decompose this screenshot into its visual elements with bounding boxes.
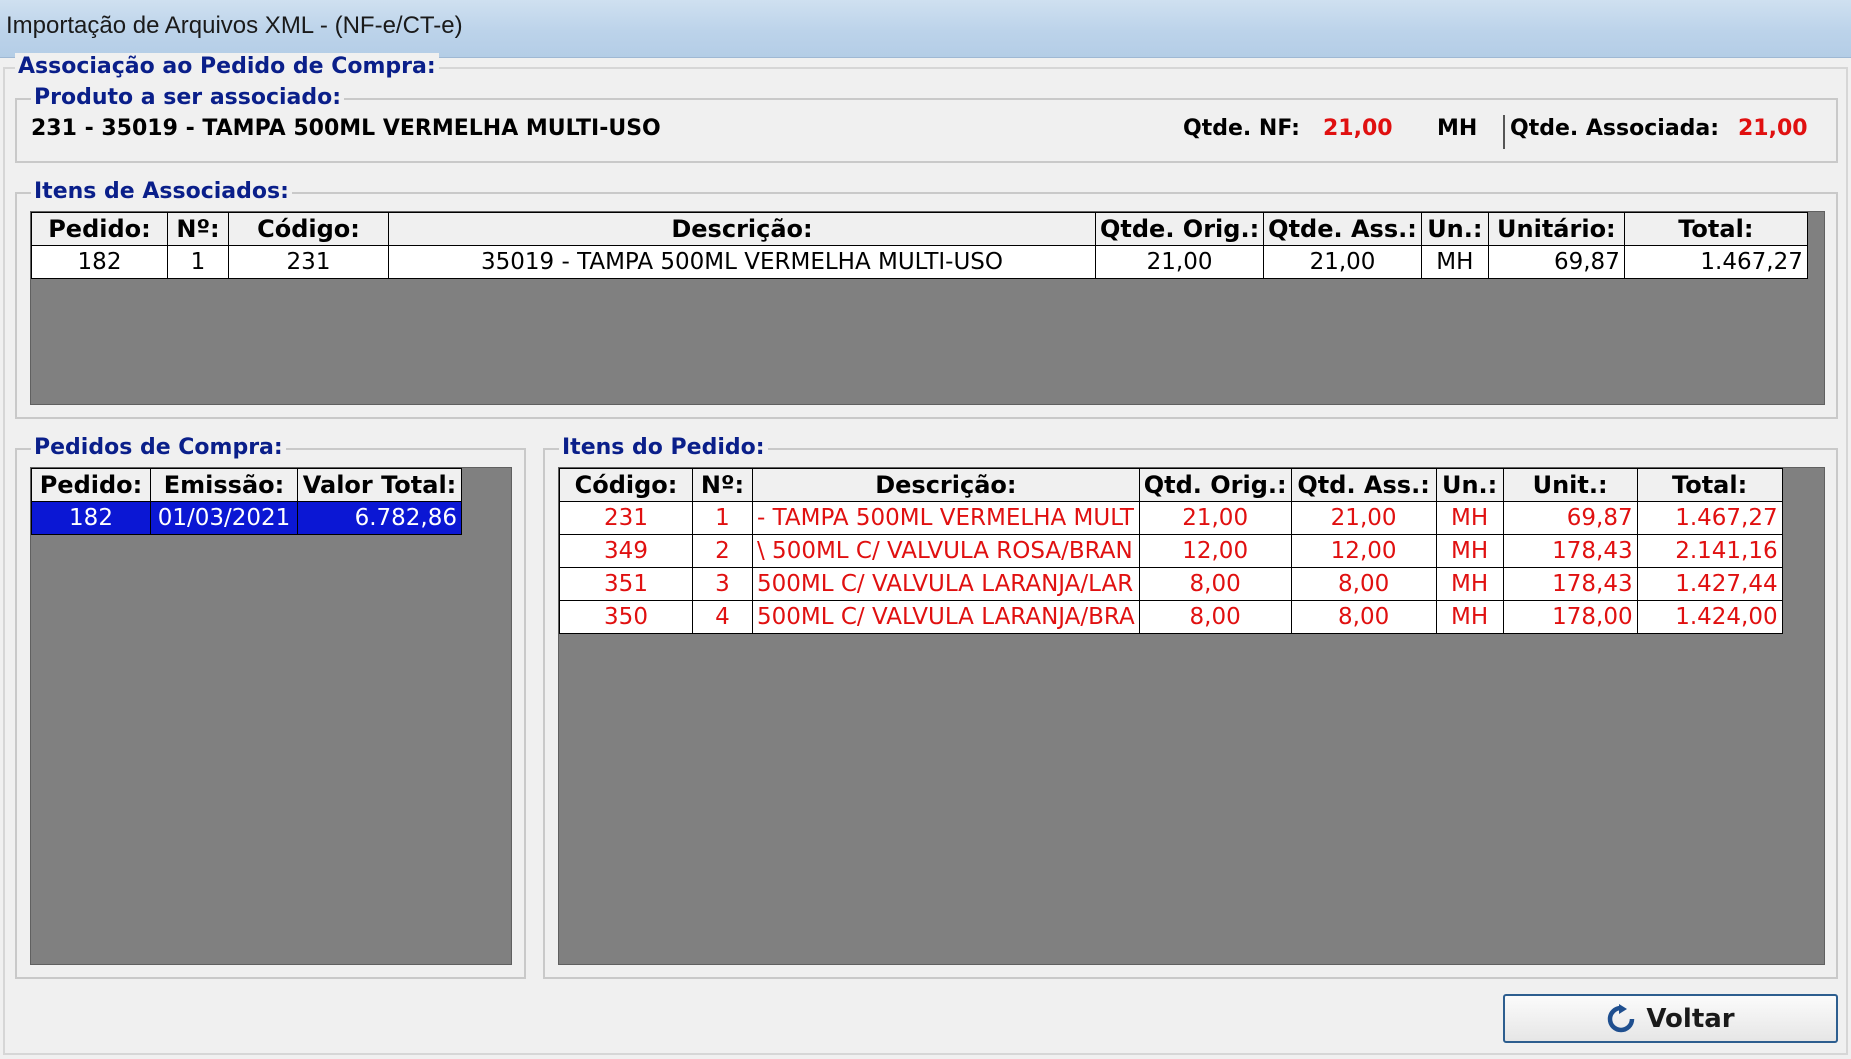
cell-total: 1.467,27 xyxy=(1623,245,1808,279)
voltar-button[interactable]: Voltar xyxy=(1503,994,1838,1043)
pedidos-compra-header-row: Pedido: Emissão: Valor Total: xyxy=(31,468,462,502)
cell-qtd-ass: 8,00 xyxy=(1290,600,1437,634)
col-un[interactable]: Un.: xyxy=(1435,468,1504,502)
col-pedido[interactable]: Pedido: xyxy=(31,212,168,246)
cell-qtd-orig: 8,00 xyxy=(1138,567,1292,601)
itens-associados-grid[interactable]: Pedido: Nº: Código: Descrição: Qtde. Ori… xyxy=(30,211,1825,405)
table-row[interactable]: 231 1 - TAMPA 500ML VERMELHA MULT 21,00 … xyxy=(559,501,1783,535)
itens-associados-table: Pedido: Nº: Código: Descrição: Qtde. Ori… xyxy=(31,212,1808,279)
col-total[interactable]: Total: xyxy=(1636,468,1783,502)
associacao-legend: Associação ao Pedido de Compra: xyxy=(15,53,439,81)
col-qtd-orig[interactable]: Qtd. Orig.: xyxy=(1138,468,1292,502)
produto-descricao: 231 - 35019 - TAMPA 500ML VERMELHA MULTI… xyxy=(31,116,661,141)
cell-codigo: 350 xyxy=(559,600,693,634)
itens-associados-legend: Itens de Associados: xyxy=(31,178,292,206)
cell-qtd-orig: 8,00 xyxy=(1138,600,1292,634)
col-unitario[interactable]: Unitário: xyxy=(1487,212,1625,246)
cell-pedido: 182 xyxy=(31,501,151,535)
cell-descricao: \ 500ML C/ VALVULA ROSA/BRAN xyxy=(752,534,1140,568)
cell-qtd-ass: 21,00 xyxy=(1290,501,1437,535)
table-row-selected[interactable]: 182 01/03/2021 6.782,86 xyxy=(31,501,462,535)
itens-associados-header-row: Pedido: Nº: Código: Descrição: Qtde. Ori… xyxy=(31,212,1808,246)
voltar-label: Voltar xyxy=(1646,1003,1735,1034)
cell-descricao: 500ML C/ VALVULA LARANJA/BRA xyxy=(752,600,1140,634)
cell-qtd-orig: 21,00 xyxy=(1138,501,1292,535)
window-title: Importação de Arquivos XML - (NF-e/CT-e) xyxy=(6,12,463,39)
refresh-back-icon xyxy=(1606,1003,1636,1034)
unidade-label: MH xyxy=(1437,116,1478,141)
qtde-associada-value: 21,00 xyxy=(1738,116,1808,141)
cell-descricao: 35019 - TAMPA 500ML VERMELHA MULTI-USO xyxy=(388,245,1096,279)
cell-un: MH xyxy=(1435,600,1504,634)
cell-qtd-orig: 12,00 xyxy=(1138,534,1292,568)
window-title-bar: Importação de Arquivos XML - (NF-e/CT-e) xyxy=(0,0,1851,58)
col-numero[interactable]: Nº: xyxy=(692,468,753,502)
table-row[interactable]: 349 2 \ 500ML C/ VALVULA ROSA/BRAN 12,00… xyxy=(559,534,1783,568)
itens-pedido-table: Código: Nº: Descrição: Qtd. Orig.: Qtd. … xyxy=(559,468,1783,634)
cell-un: MH xyxy=(1420,245,1489,279)
cell-pedido: 182 xyxy=(31,245,168,279)
cell-qtde-ass: 21,00 xyxy=(1263,245,1422,279)
cell-total: 1.427,44 xyxy=(1636,567,1783,601)
cell-codigo: 231 xyxy=(559,501,693,535)
table-row[interactable]: 182 1 231 35019 - TAMPA 500ML VERMELHA M… xyxy=(31,245,1808,279)
col-codigo[interactable]: Código: xyxy=(559,468,693,502)
cell-numero: 4 xyxy=(692,600,753,634)
qtde-associada-label: Qtde. Associada: xyxy=(1510,116,1720,141)
col-valor-total[interactable]: Valor Total: xyxy=(297,468,462,502)
cell-unit: 69,87 xyxy=(1502,501,1638,535)
cell-valor-total: 6.782,86 xyxy=(297,501,462,535)
cell-numero: 1 xyxy=(167,245,229,279)
cell-qtd-ass: 8,00 xyxy=(1290,567,1437,601)
itens-pedido-header-row: Código: Nº: Descrição: Qtd. Orig.: Qtd. … xyxy=(559,468,1783,502)
cell-numero: 3 xyxy=(692,567,753,601)
cell-numero: 1 xyxy=(692,501,753,535)
col-numero[interactable]: Nº: xyxy=(167,212,229,246)
produto-legend: Produto a ser associado: xyxy=(31,84,345,112)
cell-unitario: 69,87 xyxy=(1487,245,1625,279)
itens-pedido-grid[interactable]: Código: Nº: Descrição: Qtd. Orig.: Qtd. … xyxy=(558,467,1825,965)
col-unit[interactable]: Unit.: xyxy=(1502,468,1638,502)
cell-unit: 178,00 xyxy=(1502,600,1638,634)
col-un[interactable]: Un.: xyxy=(1420,212,1489,246)
cell-un: MH xyxy=(1435,567,1504,601)
cell-total: 1.424,00 xyxy=(1636,600,1783,634)
cell-descricao: - TAMPA 500ML VERMELHA MULT xyxy=(752,501,1140,535)
separator xyxy=(1503,115,1505,149)
cell-un: MH xyxy=(1435,501,1504,535)
cell-qtde-orig: 21,00 xyxy=(1094,245,1265,279)
cell-descricao: 500ML C/ VALVULA LARANJA/LAR xyxy=(752,567,1140,601)
cell-emissao: 01/03/2021 xyxy=(150,501,298,535)
table-row[interactable]: 350 4 500ML C/ VALVULA LARANJA/BRA 8,00 … xyxy=(559,600,1783,634)
qtde-nf-value: 21,00 xyxy=(1323,116,1393,141)
cell-unit: 178,43 xyxy=(1502,567,1638,601)
col-emissao[interactable]: Emissão: xyxy=(150,468,298,502)
cell-numero: 2 xyxy=(692,534,753,568)
pedidos-compra-grid[interactable]: Pedido: Emissão: Valor Total: 182 01/03/… xyxy=(30,467,512,965)
qtde-nf-label: Qtde. NF: xyxy=(1183,116,1300,141)
itens-pedido-legend: Itens do Pedido: xyxy=(559,434,768,462)
cell-total: 2.141,16 xyxy=(1636,534,1783,568)
pedidos-compra-table: Pedido: Emissão: Valor Total: 182 01/03/… xyxy=(31,468,462,535)
table-row[interactable]: 351 3 500ML C/ VALVULA LARANJA/LAR 8,00 … xyxy=(559,567,1783,601)
col-total[interactable]: Total: xyxy=(1623,212,1808,246)
cell-unit: 178,43 xyxy=(1502,534,1638,568)
cell-codigo: 231 xyxy=(228,245,389,279)
col-qtd-ass[interactable]: Qtd. Ass.: xyxy=(1290,468,1437,502)
cell-qtd-ass: 12,00 xyxy=(1290,534,1437,568)
col-qtde-ass[interactable]: Qtde. Ass.: xyxy=(1263,212,1422,246)
cell-un: MH xyxy=(1435,534,1504,568)
cell-codigo: 351 xyxy=(559,567,693,601)
col-descricao[interactable]: Descrição: xyxy=(752,468,1140,502)
col-pedido[interactable]: Pedido: xyxy=(31,468,151,502)
col-codigo[interactable]: Código: xyxy=(228,212,389,246)
col-descricao[interactable]: Descrição: xyxy=(388,212,1096,246)
pedidos-compra-legend: Pedidos de Compra: xyxy=(31,434,286,462)
cell-total: 1.467,27 xyxy=(1636,501,1783,535)
col-qtde-orig[interactable]: Qtde. Orig.: xyxy=(1094,212,1265,246)
cell-codigo: 349 xyxy=(559,534,693,568)
